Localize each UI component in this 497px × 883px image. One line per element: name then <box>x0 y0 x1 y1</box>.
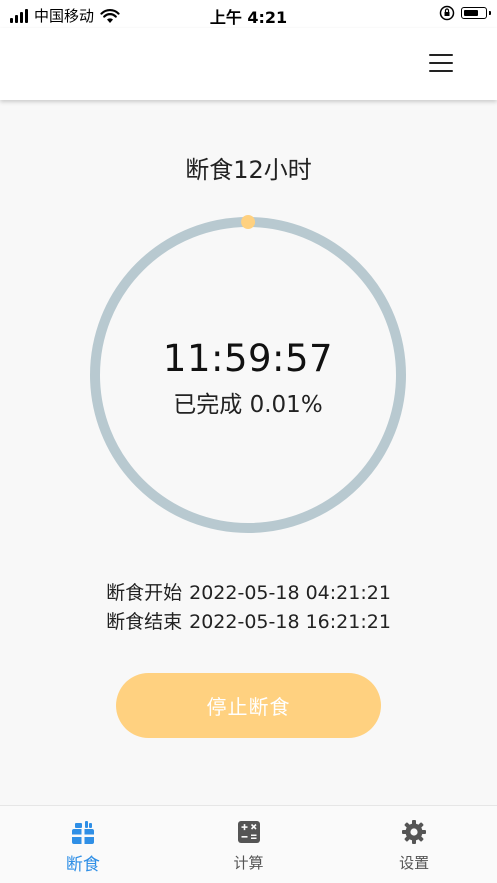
ring-progress-dot <box>241 215 256 229</box>
fast-end-label: 断食结束 <box>106 611 183 633</box>
nav-item-fasting[interactable]: 断食 <box>0 806 166 883</box>
nav-item-settings[interactable]: 设置 <box>331 806 497 883</box>
battery-icon <box>461 7 491 19</box>
gear-icon <box>402 820 427 844</box>
bottom-nav: 断食 计算 设置 <box>0 805 497 883</box>
progress-label: 已完成 0.01% <box>173 392 323 418</box>
progress-ring: 11:59:57 已完成 0.01% <box>88 215 408 535</box>
fast-start-time: 2022-05-18 04:21:21 <box>189 582 391 604</box>
fast-end-time: 2022-05-18 16:21:21 <box>189 611 391 633</box>
fast-start-row: 断食开始 2022-05-18 04:21:21 <box>0 578 497 605</box>
status-right <box>439 5 491 21</box>
fasting-icon <box>71 821 94 844</box>
stop-fasting-button[interactable]: 停止断食 <box>116 673 381 738</box>
app-header <box>0 28 497 100</box>
status-time: 上午 4:21 <box>209 8 288 27</box>
app-screen: 中国移动 上午 4:21 断食12小时 11:59:57 已完成 0.01% 断… <box>0 0 497 883</box>
nav-label-settings: 设置 <box>399 854 430 872</box>
nav-label-fasting: 断食 <box>65 855 100 875</box>
rotation-lock-icon <box>439 5 455 21</box>
fast-start-label: 断食开始 <box>106 582 183 604</box>
nav-item-calculate[interactable]: 计算 <box>166 806 332 883</box>
nav-label-calculate: 计算 <box>233 854 264 872</box>
calculator-icon <box>237 821 260 843</box>
menu-button[interactable] <box>429 54 453 74</box>
page-title: 断食12小时 <box>185 156 312 184</box>
fast-end-row: 断食结束 2022-05-18 16:21:21 <box>0 607 497 634</box>
countdown-timer: 11:59:57 <box>162 337 334 380</box>
status-bar: 中国移动 上午 4:21 <box>0 0 497 28</box>
